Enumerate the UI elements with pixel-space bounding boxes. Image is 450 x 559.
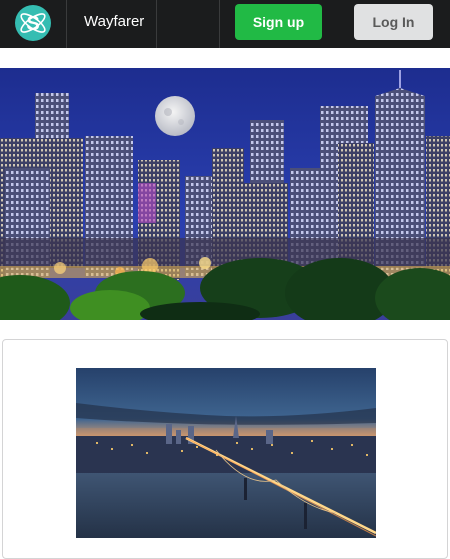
content-card[interactable]	[2, 339, 448, 559]
hero-image	[0, 68, 450, 320]
brand-link[interactable]: Wayfarer	[84, 12, 144, 32]
nav-divider	[66, 0, 67, 48]
nav-divider	[156, 0, 157, 48]
svg-text:S: S	[26, 13, 39, 35]
top-navbar: S Wayfarer Sign up Log In	[0, 0, 450, 48]
atom-logo-icon[interactable]: S	[14, 4, 52, 42]
login-button[interactable]: Log In	[354, 4, 433, 40]
nav-divider	[219, 0, 220, 48]
signup-button[interactable]: Sign up	[235, 4, 322, 40]
card-image	[76, 368, 376, 538]
